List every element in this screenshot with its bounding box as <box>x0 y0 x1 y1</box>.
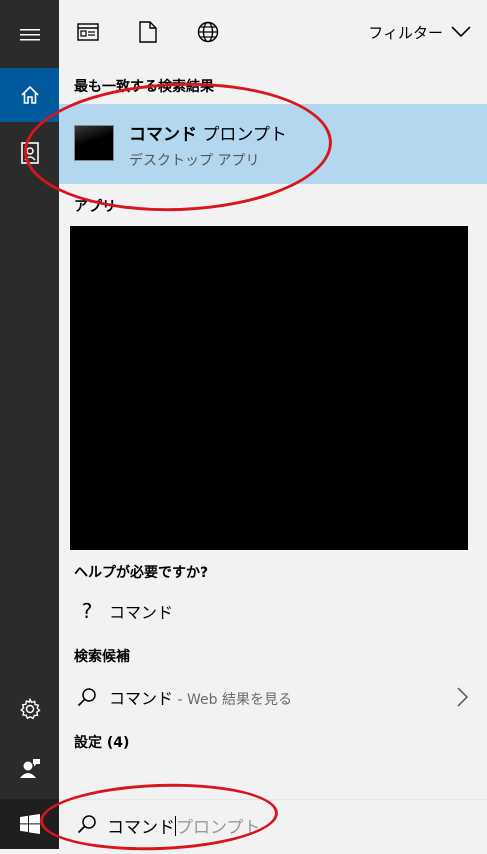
apps-heading: アプリ <box>74 199 116 215</box>
filter-dropdown[interactable]: フィルター <box>368 20 471 44</box>
search-results-panel: フィルター 最も一致する検索結果 コマンド プロンプト デスクトップ アプリ ア… <box>59 0 487 849</box>
best-match-result[interactable]: コマンド プロンプト デスクトップ アプリ <box>59 104 487 184</box>
gear-icon <box>19 698 41 720</box>
web-filter-button[interactable] <box>196 20 220 44</box>
document-icon <box>139 21 157 43</box>
globe-icon <box>197 21 219 43</box>
apps-filter-button[interactable] <box>76 20 100 44</box>
help-heading: ヘルプが必要ですか? <box>74 565 209 581</box>
best-match-title: コマンド プロンプト <box>129 120 287 145</box>
left-rail <box>0 0 59 849</box>
search-autocomplete-hint: プロンプト <box>176 818 261 838</box>
notebook-button[interactable] <box>0 126 59 180</box>
contact-card-icon <box>20 142 39 164</box>
search-input[interactable]: コマンドプロンプト <box>107 813 261 838</box>
question-icon: ? <box>81 599 93 623</box>
start-button[interactable] <box>0 799 59 849</box>
settings-button[interactable] <box>0 682 59 736</box>
title-rest: プロンプト <box>197 125 287 145</box>
suggestions-heading: 検索候補 <box>74 649 130 665</box>
help-item-text: コマンド <box>109 603 174 622</box>
best-match-subtitle: デスクトップ アプリ <box>129 153 260 169</box>
settings-heading[interactable]: 設定 (4) <box>74 732 129 752</box>
windows-logo-icon <box>19 814 40 834</box>
filter-label: フィルター <box>368 23 443 42</box>
title-match: コマンド <box>129 125 197 145</box>
home-button[interactable] <box>0 68 59 122</box>
search-icon <box>77 815 96 834</box>
command-prompt-thumbnail <box>74 125 114 161</box>
hamburger-icon <box>19 29 40 41</box>
suggestion-query: コマンド <box>109 689 174 708</box>
app-preview <box>70 226 468 550</box>
best-match-heading: 最も一致する検索結果 <box>74 79 214 95</box>
filter-toolbar: フィルター <box>59 0 487 64</box>
suggestion-text: コマンド - Web 結果を見る <box>109 685 292 709</box>
feedback-user-icon <box>19 759 40 778</box>
app-window-icon <box>77 23 99 41</box>
feedback-button[interactable] <box>0 741 59 795</box>
chevron-right-icon <box>457 687 469 707</box>
suggestion-suffix: - Web 結果を見る <box>173 692 292 708</box>
search-box[interactable]: コマンドプロンプト <box>59 799 487 849</box>
search-typed-text: コマンド <box>107 818 175 838</box>
help-item[interactable]: ? コマンド <box>59 591 487 631</box>
menu-button[interactable] <box>0 8 59 62</box>
documents-filter-button[interactable] <box>136 20 160 44</box>
web-suggestion-item[interactable]: コマンド - Web 結果を見る <box>59 677 487 717</box>
chevron-down-icon <box>451 26 471 38</box>
home-icon <box>20 85 39 104</box>
search-icon <box>73 687 101 707</box>
